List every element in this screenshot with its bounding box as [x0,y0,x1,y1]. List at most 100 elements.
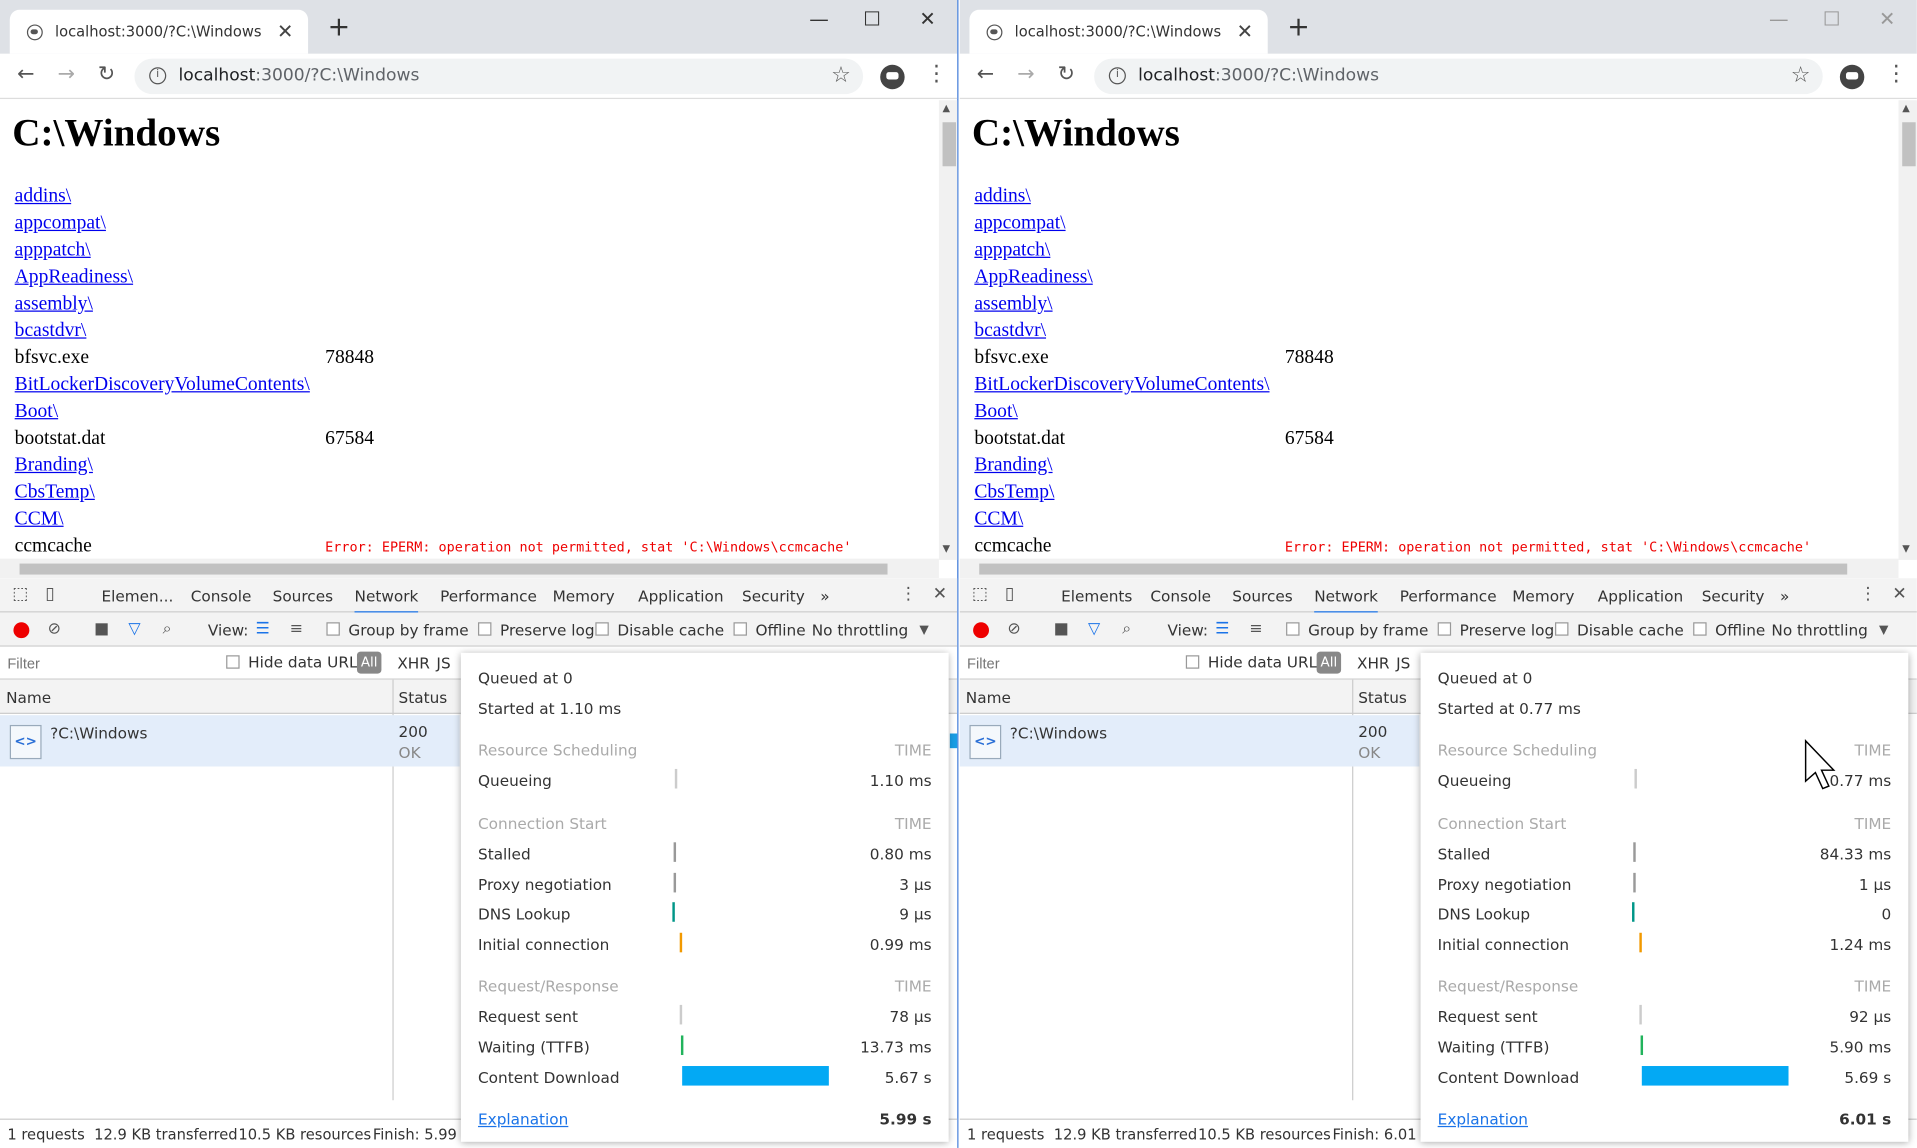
disable-cache-checkbox[interactable] [595,622,609,636]
bookmark-star-icon[interactable]: ☆ [1791,62,1811,88]
chevron-down-icon[interactable]: ▼ [919,623,928,636]
filter-xhr-button[interactable]: XHR [1357,654,1390,672]
column-status-header[interactable]: Status [1358,688,1407,706]
tab-close-icon[interactable]: ✕ [1237,20,1253,43]
folder-link[interactable]: apppatch\ [15,240,91,261]
tab-security[interactable]: Security [1702,587,1765,605]
column-name-header[interactable]: Name [966,688,1011,706]
new-tab-button[interactable]: + [328,12,351,43]
disable-cache-checkbox[interactable] [1555,622,1569,636]
list-item[interactable]: AppReadiness\ [974,267,1092,294]
list-item[interactable]: CbsTemp\ [15,482,95,509]
folder-link[interactable]: bcastdvr\ [974,320,1046,341]
list-item[interactable]: Branding\ [974,455,1052,482]
filter-xhr-button[interactable]: XHR [397,654,430,672]
scroll-up-arrow[interactable]: ▲ [943,103,951,114]
address-bar[interactable]: i localhost:3000/?C:\Windows ☆ [134,58,864,95]
address-bar[interactable]: i localhost:3000/?C:\Windows ☆ [1094,58,1823,95]
scroll-up-arrow[interactable]: ▲ [1902,103,1910,114]
hide-data-urls-checkbox[interactable] [1185,655,1200,669]
capture-screenshots-icon[interactable]: ■ [1054,620,1069,638]
column-status-header[interactable]: Status [399,688,448,706]
list-item[interactable]: appcompat\ [15,213,106,240]
tab-console[interactable]: Console [1150,587,1211,605]
inspect-element-icon[interactable]: ⬚ [972,584,988,604]
list-item[interactable]: BitLockerDiscoveryVolumeContents\ [15,374,310,401]
folder-link[interactable]: Branding\ [15,455,93,476]
reload-button[interactable]: ↻ [98,62,115,86]
inspect-element-icon[interactable]: ⬚ [12,584,28,604]
tab-network[interactable]: Network [1314,587,1379,614]
back-button[interactable]: ← [977,62,994,86]
folder-link[interactable]: assembly\ [974,293,1052,314]
preserve-log-checkbox[interactable] [477,622,492,636]
folder-link[interactable]: Boot\ [974,401,1017,422]
bookmark-star-icon[interactable]: ☆ [831,62,851,88]
vertical-scrollbar[interactable]: ▲ ▼ [938,100,958,560]
tab-sources[interactable]: Sources [1232,587,1292,605]
request-name[interactable]: ?C:\Windows [50,724,147,742]
folder-link[interactable]: Branding\ [974,455,1052,476]
back-button[interactable]: ← [17,62,34,86]
offline-checkbox[interactable] [1693,622,1707,636]
capture-screenshots-icon[interactable]: ■ [94,620,109,638]
scroll-down-arrow[interactable]: ▼ [1902,543,1910,554]
device-toolbar-icon[interactable]: ▯ [45,584,54,604]
tab-memory[interactable]: Memory [553,587,615,605]
scroll-thumb[interactable] [19,563,888,575]
list-item[interactable]: bcastdvr\ [974,320,1046,347]
folder-link[interactable]: AppReadiness\ [974,267,1092,288]
tab-close-icon[interactable]: ✕ [277,20,293,43]
list-item[interactable]: apppatch\ [15,240,91,267]
list-item[interactable]: apppatch\ [974,240,1050,267]
scroll-thumb[interactable] [1902,122,1916,167]
folder-link[interactable]: CCM\ [974,509,1023,530]
tab-memory[interactable]: Memory [1512,587,1574,605]
filter-input[interactable] [964,651,1170,675]
request-name[interactable]: ?C:\Windows [1010,724,1107,742]
tab-performance[interactable]: Performance [440,587,537,605]
explanation-link[interactable]: Explanation [1438,1110,1528,1128]
folder-link[interactable]: CbsTemp\ [974,482,1054,503]
devtools-close-icon[interactable]: ✕ [1892,584,1906,604]
folder-link[interactable]: appcompat\ [974,213,1065,234]
folder-link[interactable]: BitLockerDiscoveryVolumeContents\ [974,374,1269,395]
folder-link[interactable]: addins\ [15,186,72,207]
vertical-scrollbar[interactable]: ▲ ▼ [1898,100,1917,560]
device-toolbar-icon[interactable]: ▯ [1005,584,1014,604]
url-text[interactable]: localhost:3000/?C:\Windows [1138,66,1379,86]
filter-icon[interactable]: ▽ [128,620,140,638]
offline-checkbox[interactable] [733,622,747,636]
tab-performance[interactable]: Performance [1400,587,1497,605]
list-item[interactable]: CCM\ [15,509,64,536]
list-item[interactable]: BitLockerDiscoveryVolumeContents\ [974,374,1269,401]
filter-icon[interactable]: ▽ [1088,620,1100,638]
site-info-icon[interactable]: i [1108,67,1126,85]
list-item[interactable]: Boot\ [15,401,58,428]
maximize-button[interactable]: ☐ [1823,7,1841,30]
tab-application[interactable]: Application [638,587,723,605]
explanation-link[interactable]: Explanation [478,1110,568,1128]
list-item[interactable]: Branding\ [15,455,93,482]
minimize-button[interactable]: — [809,7,829,30]
tab-elements[interactable]: Elemen... [101,587,173,605]
large-rows-icon[interactable]: ☰ [256,620,270,638]
scroll-thumb[interactable] [979,563,1848,575]
scroll-thumb[interactable] [942,122,956,167]
tab-console[interactable]: Console [191,587,252,605]
reload-button[interactable]: ↻ [1057,62,1074,86]
tab-application[interactable]: Application [1598,587,1683,605]
filter-input[interactable] [4,651,211,675]
list-item[interactable]: assembly\ [15,293,93,320]
table-row[interactable]: <> ?C:\Windows 200 OK [0,715,460,767]
horizontal-scrollbar[interactable] [0,558,939,579]
forward-button[interactable]: → [1017,62,1034,86]
group-by-frame-checkbox[interactable] [1286,622,1300,636]
folder-link[interactable]: addins\ [974,186,1031,207]
filter-all-button[interactable]: All [356,651,382,674]
maximize-button[interactable]: ☐ [863,7,881,30]
search-icon[interactable]: ⌕ [1122,620,1131,638]
list-item[interactable]: addins\ [974,186,1031,213]
large-rows-icon[interactable]: ☰ [1215,620,1229,638]
group-by-frame-checkbox[interactable] [326,622,340,636]
